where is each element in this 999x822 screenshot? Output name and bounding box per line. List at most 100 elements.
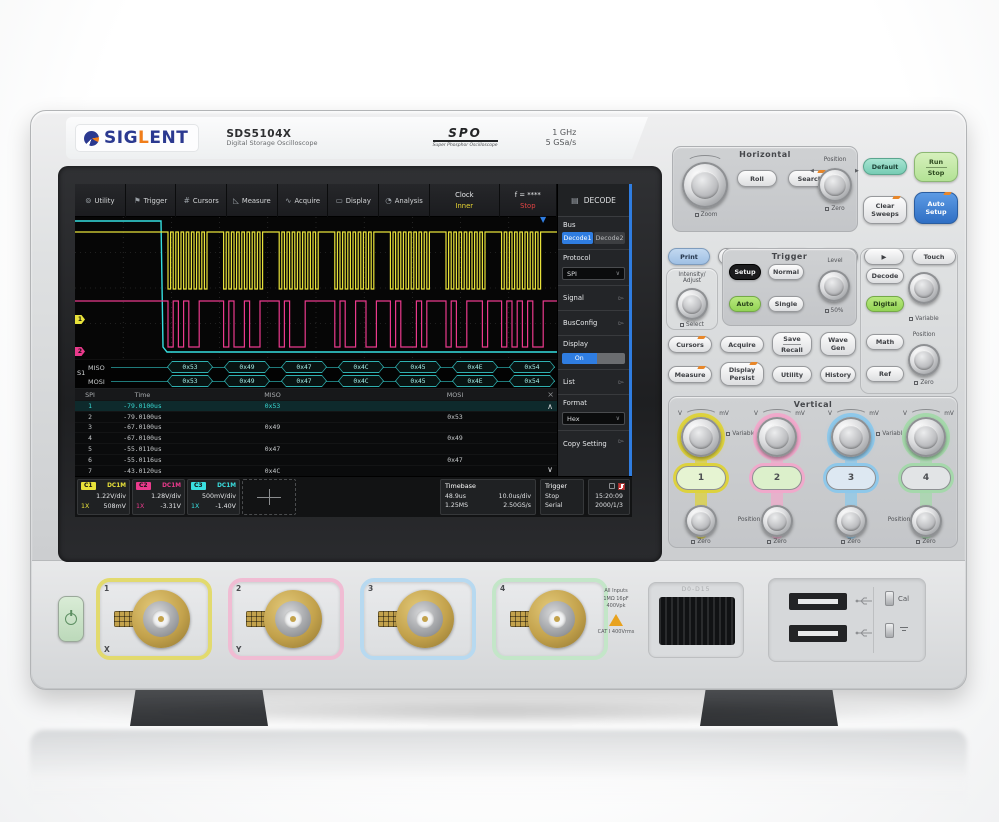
trigger-level-knob[interactable] <box>818 270 850 302</box>
horizontal-scale-knob[interactable] <box>682 162 728 208</box>
cursors-button[interactable]: Cursors <box>668 336 712 353</box>
roll-button[interactable]: Roll <box>737 170 777 187</box>
channel-4-button[interactable]: 4 <box>901 466 951 490</box>
freq-value: Stop <box>520 201 535 211</box>
auto-setup-button[interactable]: AutoSetup <box>914 192 958 224</box>
siglent-logo: SIGLENT <box>76 125 198 151</box>
table-scrollbar[interactable]: ∧∨ <box>544 403 556 474</box>
horizontal-position-knob[interactable] <box>818 168 852 202</box>
default-button[interactable]: Default <box>863 158 907 175</box>
channel-status-c2[interactable]: C2DC1M1.28V/div1X-3.31V <box>132 479 185 515</box>
trigger-status-box[interactable]: TriggerStopSerial <box>540 479 584 515</box>
menu-item-cursors[interactable]: #Cursors <box>176 184 227 217</box>
trigger-setup-button[interactable]: Setup <box>729 264 761 280</box>
print-button[interactable]: Print <box>668 248 710 265</box>
table-row[interactable]: 3-67.0100us0x49 <box>75 423 557 434</box>
trigger-single-button[interactable]: Single <box>768 296 804 312</box>
menu-item-label: Display <box>346 197 371 205</box>
bnc-connector <box>396 590 454 648</box>
trigger-normal-button[interactable]: Normal <box>768 264 804 280</box>
warning-triangle-icon <box>609 614 623 626</box>
scroll-down-icon[interactable]: ∨ <box>547 466 553 474</box>
table-row[interactable]: 2-79.0100us0x53 <box>75 412 557 423</box>
table-header-cell: Time <box>105 391 180 399</box>
menu-item-utility[interactable]: ⊚Utility <box>75 184 126 217</box>
menu-item-trigger[interactable]: ⚑Trigger <box>126 184 177 217</box>
channel-2-button[interactable]: 2 <box>752 466 802 490</box>
menu-item-acquire[interactable]: ∿Acquire <box>278 184 329 217</box>
r-position-label: Position <box>902 332 946 338</box>
save-recall-button[interactable]: SaveRecall <box>772 332 812 356</box>
measure-button[interactable]: Measure <box>668 366 712 383</box>
bnc-group-channel-2: 2Y <box>228 578 344 660</box>
digital-button[interactable]: Digital <box>866 296 904 312</box>
variable-label: Variable <box>902 316 946 322</box>
right-position-knob[interactable] <box>908 344 940 376</box>
channel-3-button[interactable]: 3 <box>826 466 876 490</box>
wave-gen-button[interactable]: WaveGen <box>820 332 856 356</box>
clear-sweeps-button[interactable]: ClearSweeps <box>863 196 907 224</box>
menu-item-signal[interactable]: Signal▻ <box>558 285 629 310</box>
trigger-auto-button[interactable]: Auto <box>729 296 761 312</box>
format-dropdown[interactable]: Hex∨ <box>562 412 625 425</box>
intensity-adjust-knob[interactable] <box>676 288 708 320</box>
display-persist-button[interactable]: DisplayPersist <box>720 362 764 386</box>
acquire-button[interactable]: Acquire <box>720 336 764 353</box>
table-cell: -79.0100us <box>105 402 180 410</box>
channel-scale: 1.22V/div <box>81 493 126 500</box>
scroll-up-icon[interactable]: ∧ <box>547 403 553 411</box>
table-row[interactable]: 4-67.0100us0x49 <box>75 433 557 444</box>
trigger-frequency-indicator[interactable]: f = ****Stop <box>500 184 557 217</box>
bnc-group-channel-1: 1X <box>96 578 212 660</box>
table-cell: -43.0120us <box>105 467 180 475</box>
table-cell: 0x4C <box>180 467 365 475</box>
ground-icon <box>898 627 910 636</box>
menu-item-display[interactable]: ▭Display <box>328 184 379 217</box>
channel-4-scale-knob[interactable] <box>906 417 946 457</box>
channel-4-position-knob[interactable] <box>910 505 942 537</box>
table-row[interactable]: 5-55.0110us0x47 <box>75 444 557 455</box>
bus-tab-decode1[interactable]: Decode1 <box>562 232 593 244</box>
left-arrow-icon: ◀ <box>810 168 814 174</box>
channel-2-position-knob[interactable] <box>761 505 793 537</box>
v-zero-label: Zero <box>757 539 797 545</box>
run-stop-button[interactable]: RunStop <box>914 152 958 182</box>
ref-button[interactable]: Ref <box>866 366 904 382</box>
channel-3-position-knob[interactable] <box>835 505 867 537</box>
close-icon[interactable]: × <box>547 390 554 399</box>
digital-label: D0-D15 <box>649 586 743 593</box>
math-button[interactable]: Math <box>866 334 904 350</box>
channel-status-c3[interactable]: C3DC1M500mV/div1X-1.40V <box>187 479 240 515</box>
table-row[interactable]: 6-55.0116us0x47 <box>75 455 557 466</box>
menu-item-list[interactable]: List▻ <box>558 369 629 394</box>
channel-status-c1[interactable]: C1DC1M1.22V/div1X508mV <box>77 479 130 515</box>
v-zero-label: Zero <box>681 539 721 545</box>
channel-2-scale-knob[interactable] <box>757 417 797 457</box>
bus-tab-decode2[interactable]: Decode2 <box>594 232 625 244</box>
channel-1-scale-knob[interactable] <box>681 417 721 457</box>
clock-source-indicator[interactable]: ClockInner <box>430 184 500 217</box>
utility-button[interactable]: Utility <box>772 366 812 383</box>
table-row[interactable]: 7-43.0120us0x4C <box>75 466 557 477</box>
display-on-off-toggle[interactable]: On <box>562 353 625 364</box>
protocol-dropdown[interactable]: SPI∨ <box>562 267 625 280</box>
decode-bus-rows: S1MISO0x530x490x470x4C0x450x4E0x54MOSI0x… <box>75 359 557 388</box>
decode-button[interactable]: Decode <box>866 268 904 284</box>
decode-byte-value: 0x4E <box>452 375 498 387</box>
menu-item-measure[interactable]: ◺Measure <box>227 184 278 217</box>
decode-row-mosi: MOSI0x530x490x470x4C0x450x4E0x54 <box>75 375 557 388</box>
menu-item-copy-setting[interactable]: Copy Setting▻ <box>558 430 629 451</box>
variable-knob[interactable] <box>908 272 940 304</box>
coupling-label: DC1M <box>107 483 126 489</box>
power-button[interactable] <box>58 596 84 642</box>
display-icon: ▭ <box>336 196 343 205</box>
timebase-box[interactable]: Timebase48.9us10.0us/div1.25MS2.50GS/s <box>440 479 536 515</box>
history-button[interactable]: History <box>820 366 856 383</box>
millivolt-label: mV <box>793 411 807 417</box>
menu-item-busconfig[interactable]: BusConfig▻ <box>558 310 629 335</box>
channel-1-position-knob[interactable] <box>685 505 717 537</box>
channel-3-scale-knob[interactable] <box>831 417 871 457</box>
channel-1-button[interactable]: 1 <box>676 466 726 490</box>
menu-item-analysis[interactable]: ◔Analysis <box>379 184 430 217</box>
table-row[interactable]: 1-79.0100us0x53 <box>75 401 557 412</box>
